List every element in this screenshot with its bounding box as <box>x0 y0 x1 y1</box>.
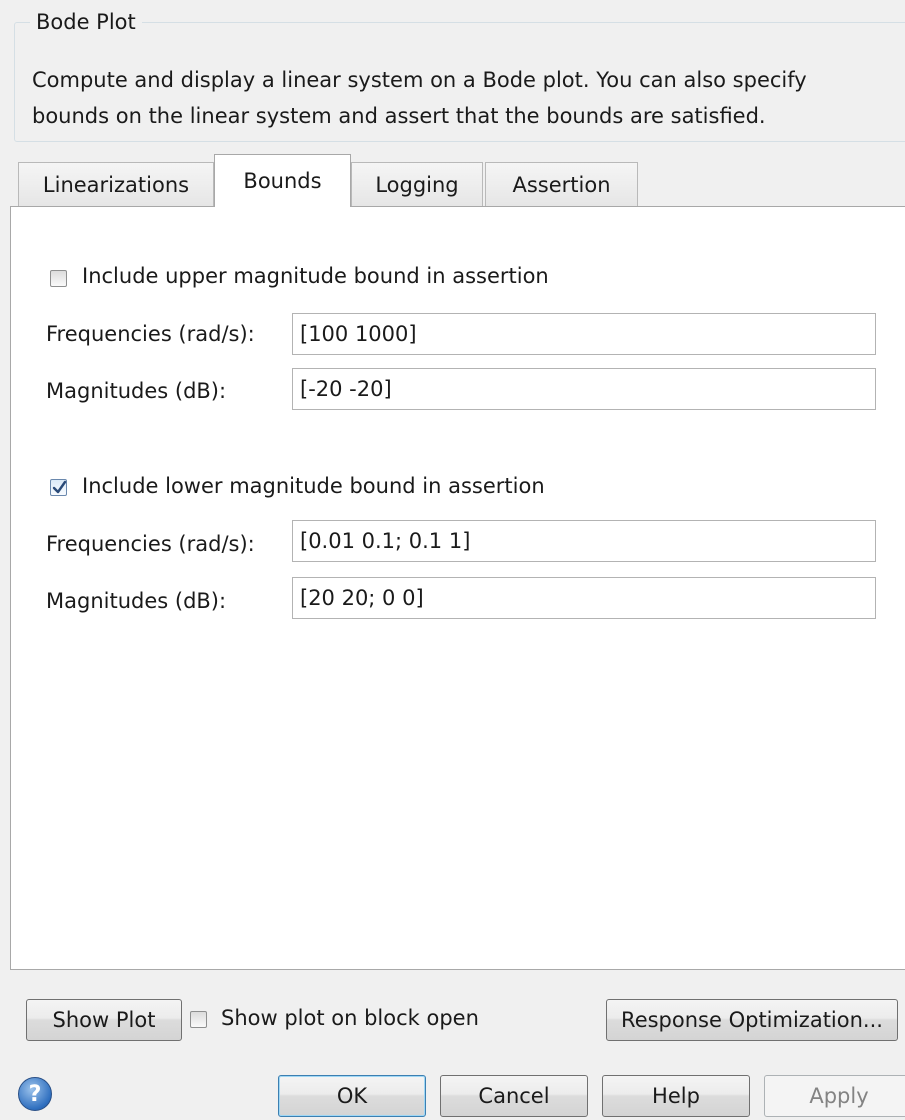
upper-bound-checkbox[interactable] <box>50 270 67 287</box>
lower-frequencies-label: Frequencies (rad/s): <box>46 532 255 556</box>
ok-button[interactable]: OK <box>278 1075 426 1117</box>
response-optimization-button[interactable]: Response Optimization... <box>606 999 898 1041</box>
lower-magnitudes-field[interactable]: [20 20; 0 0] <box>292 577 876 619</box>
tab-logging[interactable]: Logging <box>351 162 483 206</box>
lower-bound-checkbox[interactable] <box>50 479 67 496</box>
description-line-1: Compute and display a linear system on a… <box>32 68 807 92</box>
apply-button[interactable]: Apply <box>764 1075 905 1117</box>
upper-frequencies-label: Frequencies (rad/s): <box>46 322 255 346</box>
checkmark-icon <box>52 480 67 494</box>
show-plot-on-open-checkbox[interactable] <box>190 1011 207 1028</box>
help-button[interactable]: Help <box>602 1075 750 1117</box>
tab-bounds[interactable]: Bounds <box>214 154 351 207</box>
upper-magnitudes-label: Magnitudes (dB): <box>46 379 227 403</box>
group-description: Compute and display a linear system on a… <box>32 62 892 134</box>
lower-bound-checkbox-label: Include lower magnitude bound in asserti… <box>82 474 545 498</box>
tab-linearizations[interactable]: Linearizations <box>18 162 214 206</box>
question-circle-icon[interactable]: ? <box>18 1077 52 1111</box>
upper-frequencies-field[interactable]: [100 1000] <box>292 313 876 355</box>
upper-magnitudes-field[interactable]: [-20 -20] <box>292 368 876 410</box>
description-line-2: bounds on the linear system and assert t… <box>32 104 766 128</box>
cancel-button[interactable]: Cancel <box>440 1075 588 1117</box>
group-title: Bode Plot <box>30 8 142 36</box>
tab-assertion[interactable]: Assertion <box>485 162 638 206</box>
lower-magnitudes-label: Magnitudes (dB): <box>46 589 227 613</box>
show-plot-button[interactable]: Show Plot <box>26 999 182 1041</box>
lower-frequencies-field[interactable]: [0.01 0.1; 0.1 1] <box>292 520 876 562</box>
show-plot-on-open-label: Show plot on block open <box>221 1006 479 1030</box>
upper-bound-checkbox-label: Include upper magnitude bound in asserti… <box>82 264 549 288</box>
